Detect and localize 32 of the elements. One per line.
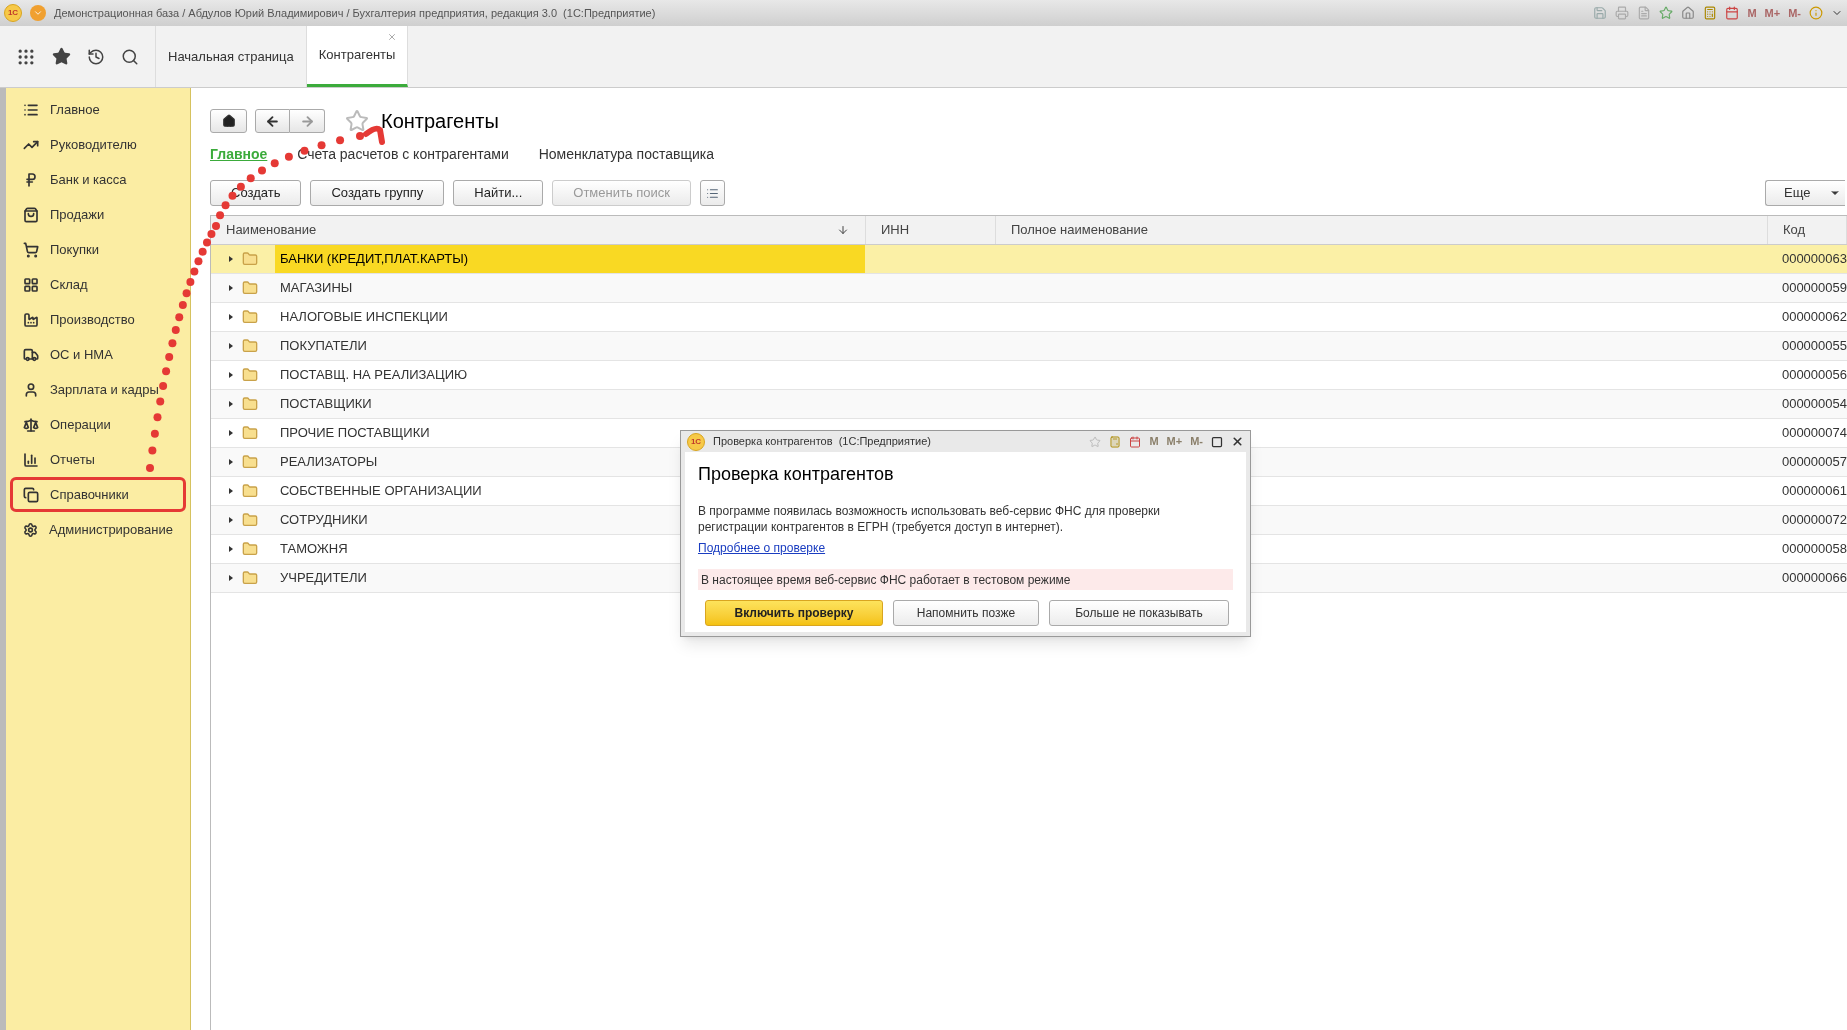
table-cell-text: 000000066 — [1780, 569, 1847, 588]
table-cell-text: 000000055 — [1780, 337, 1847, 356]
table-cell-text: СОБСТВЕННЫЕ ОРГАНИЗАЦИИ — [280, 482, 482, 501]
table-cell-text: УЧРЕДИТЕЛИ — [280, 569, 367, 588]
table-cell-text: 000000058 — [1780, 540, 1847, 559]
window-title: Демонстрационная база / Абдулов Юрий Владимирович / Бухгалтерия предприятия, редакция 3.0 (1С:Предприятие) — [54, 5, 656, 21]
table-cell-text: 000000062 — [1780, 308, 1847, 327]
table-cell-text: 000000056 — [1780, 366, 1847, 385]
table-cell-text: МАГАЗИНЫ — [280, 279, 353, 298]
app-logo: 1С — [4, 4, 22, 22]
table-cell-text: 000000057 — [1780, 453, 1847, 472]
dialog-heading: Проверка контрагентов — [698, 463, 895, 486]
table-cell-text: ПОСТАВЩ. НА РЕАЛИЗАЦИЮ — [280, 366, 468, 385]
table-cell-text: ПРОЧИЕ ПОСТАВЩИКИ — [280, 424, 430, 443]
table-cell-text: СОТРУДНИКИ — [280, 511, 368, 530]
table-cell-text: ПОСТАВЩИКИ — [280, 395, 372, 414]
table-cell-text: ТАМОЖНЯ — [280, 540, 348, 559]
table-cell-text: 000000054 — [1780, 395, 1847, 414]
table-cell-text: ПОКУПАТЕЛИ — [280, 337, 367, 356]
table-cell-text: 000000059 — [1780, 279, 1847, 298]
notice-banner: В настоящее время веб-сервис ФНС работает в тестовом режиме — [698, 569, 1233, 590]
table-cell-text: НАЛОГОВЫЕ ИНСПЕКЦИИ — [280, 308, 448, 327]
dialog-title: Проверка контрагентов (1С:Предприятие) — [713, 434, 931, 450]
table-cell-text: 000000072 — [1780, 511, 1847, 530]
table-cell-text: РЕАЛИЗАТОРЫ — [280, 453, 378, 472]
app-logo: 1С — [687, 432, 705, 451]
dialog-message: В программе появилась возможность использовать веб-сервис ФНС для проверки регистрации контрагентов в ЕГРН (требуется доступ в интернет). — [698, 503, 1161, 535]
table-cell-text: 000000063 — [1780, 250, 1847, 269]
table-cell-text: 000000074 — [1780, 424, 1847, 443]
table-cell-text: 000000061 — [1780, 482, 1847, 501]
form-title: Контрагенты — [381, 109, 499, 134]
table-cell-text: БАНКИ (КРЕДИТ,ПЛАТ.КАРТЫ) — [280, 250, 469, 269]
